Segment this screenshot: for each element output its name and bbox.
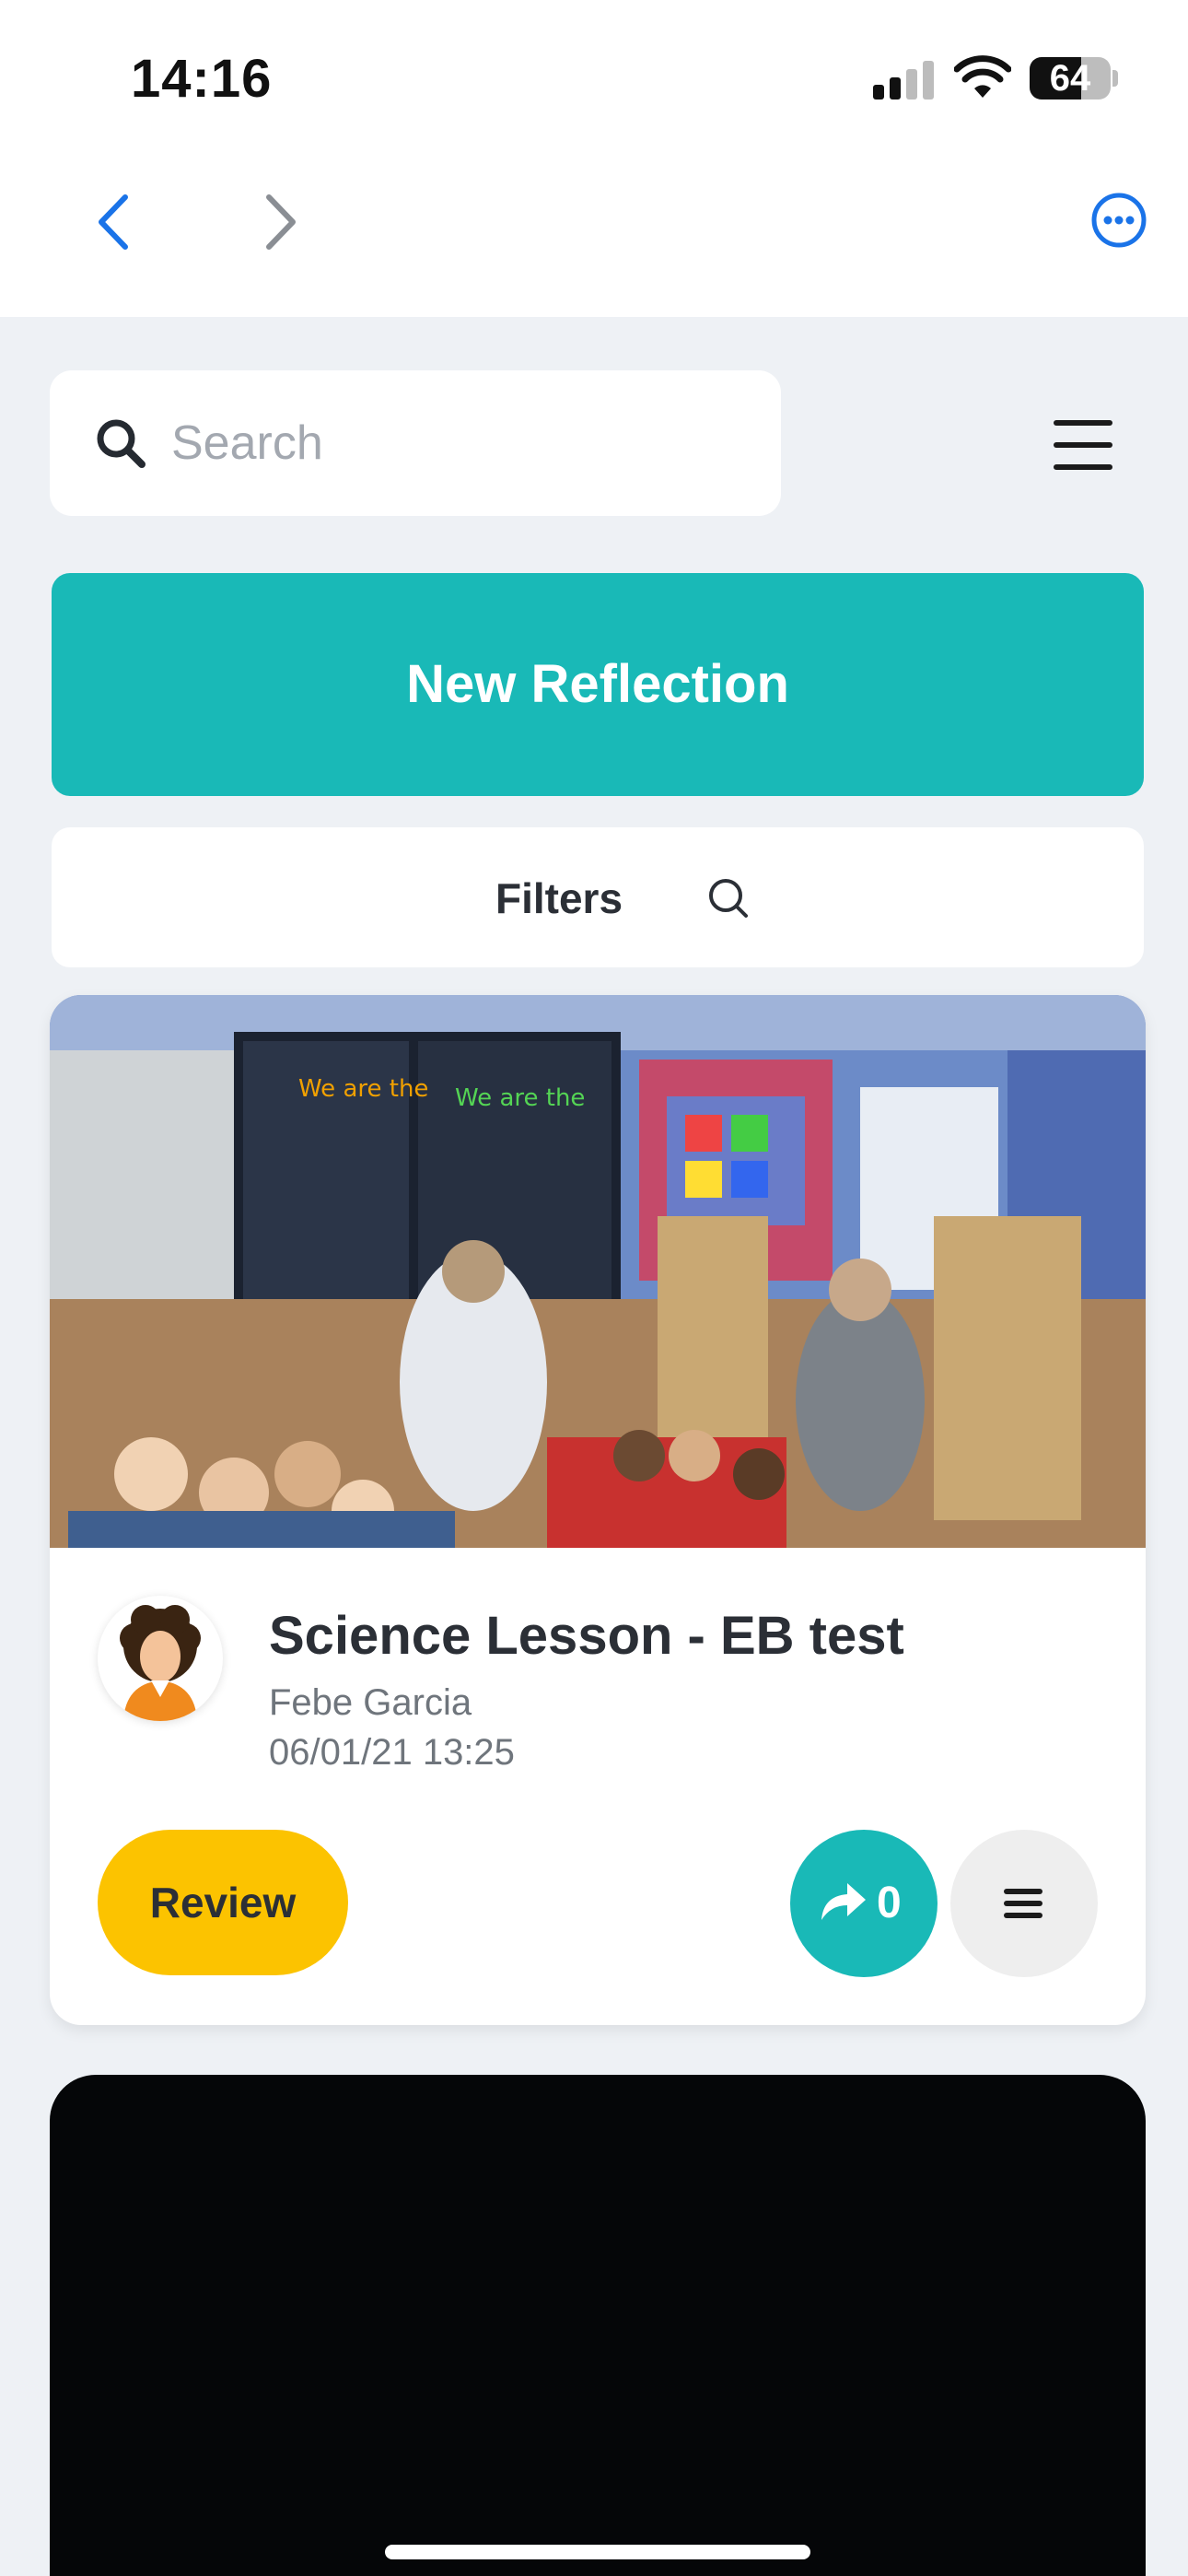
home-indicator[interactable] [385,2545,810,2559]
chevron-right-icon[interactable] [254,190,306,254]
card-menu-button[interactable] [950,1830,1098,1977]
wifi-icon [954,55,1011,98]
reflection-date: 06/01/21 13:25 [269,1732,515,1773]
cellular-signal-icon [873,59,936,100]
video-thumbnail[interactable] [50,2075,1146,2576]
chevron-left-icon[interactable] [88,190,140,254]
svg-text:We are the: We are the [298,1075,428,1103]
more-options-icon[interactable] [1090,192,1147,249]
search-icon [97,419,146,468]
status-bar: 14:16 64 [0,0,1188,157]
status-time: 14:16 [131,49,273,109]
review-button[interactable]: Review [98,1830,348,1975]
filters-button[interactable]: Filters [52,827,1144,967]
search-box[interactable] [50,370,781,516]
svg-text:We are the: We are the [455,1084,585,1112]
teacher-avatar [98,1596,223,1721]
share-arrow-icon [821,1883,866,1920]
share-count: 0 [877,1879,902,1927]
reflection-author: Febe Garcia [269,1682,472,1723]
battery-cap [1112,70,1118,87]
new-reflection-button[interactable]: New Reflection [52,573,1144,796]
battery-icon: 64 [1030,57,1111,100]
reflection-card[interactable]: We are the We are the Science Lesson - E… [50,995,1146,2025]
filters-search-icon [709,879,748,918]
classroom-photo[interactable]: We are the We are the [50,995,1146,1548]
navigation-bar [0,157,1188,317]
battery-percent: 64 [1049,58,1091,99]
share-button[interactable]: 0 [790,1830,938,1977]
reflection-title[interactable]: Science Lesson - EB test [269,1605,904,1667]
filters-label: Filters [495,874,623,922]
search-input[interactable] [171,405,742,481]
hamburger-menu-icon[interactable] [1054,420,1112,470]
